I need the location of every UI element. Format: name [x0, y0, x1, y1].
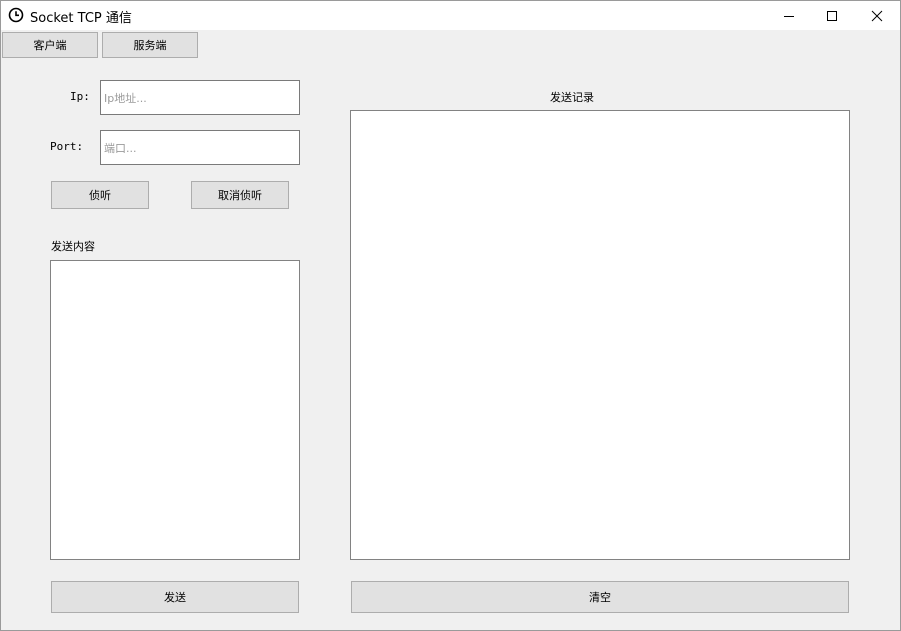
clear-button[interactable]: 清空	[351, 581, 849, 613]
send-content-textarea[interactable]	[50, 260, 300, 560]
tab-server[interactable]: 服务端	[102, 32, 198, 58]
send-log-textarea[interactable]	[350, 110, 850, 560]
maximize-button[interactable]	[809, 1, 855, 30]
port-label: Port:	[50, 140, 84, 153]
ip-input[interactable]: Ip地址...	[100, 80, 300, 115]
maximize-icon	[827, 10, 837, 21]
minimize-icon	[784, 15, 794, 17]
send-log-label: 发送记录	[550, 91, 594, 104]
close-button[interactable]	[854, 1, 900, 30]
close-icon	[871, 10, 883, 21]
ip-label: Ip:	[70, 90, 90, 103]
cancel-listen-button[interactable]: 取消侦听	[191, 181, 289, 209]
title-bar[interactable]: Socket TCP 通信	[1, 1, 900, 30]
tab-client[interactable]: 客户端	[2, 32, 98, 58]
port-input[interactable]: 端口...	[100, 130, 300, 165]
minimize-button[interactable]	[766, 1, 812, 30]
send-button[interactable]: 发送	[51, 581, 299, 613]
app-window: Socket TCP 通信 客户端 服务端 Ip: Ip地址... Port: …	[0, 0, 901, 631]
listen-button[interactable]: 侦听	[51, 181, 149, 209]
send-content-label: 发送内容	[51, 240, 95, 253]
clock-icon	[8, 7, 24, 23]
window-title: Socket TCP 通信	[30, 11, 132, 26]
